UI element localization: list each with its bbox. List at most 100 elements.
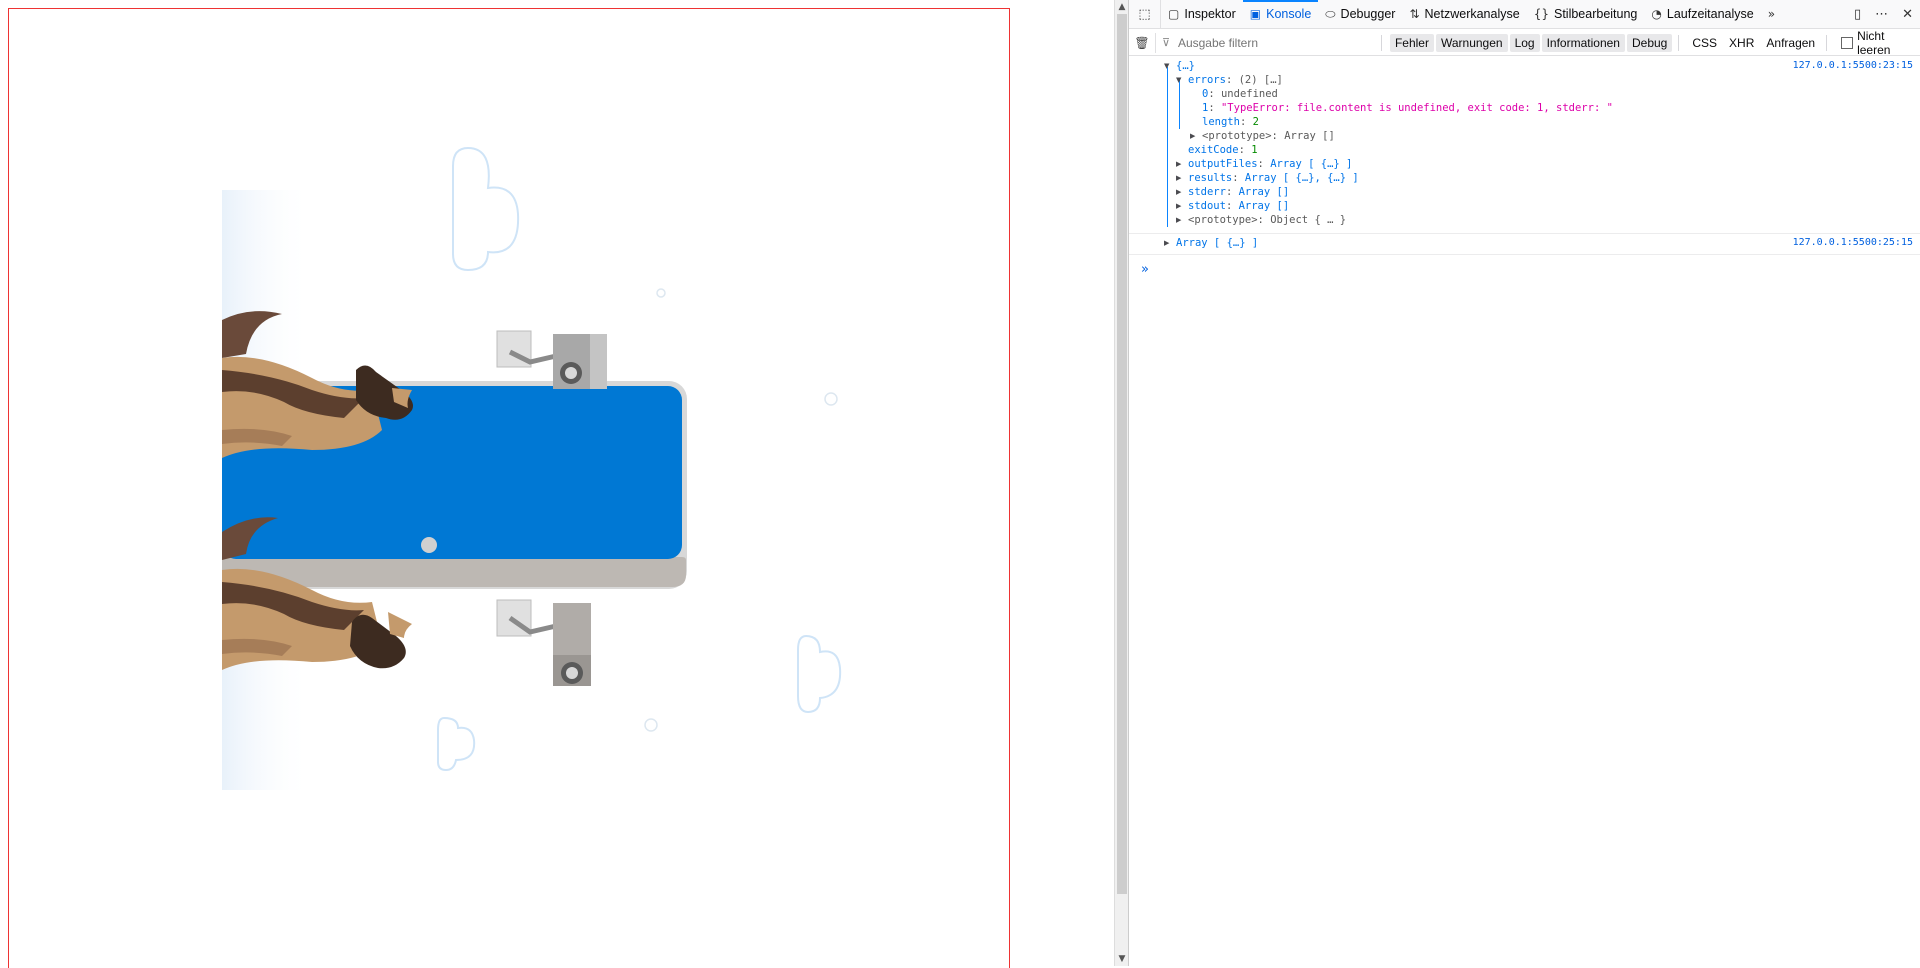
tree-row[interactable]: ▶ results: Array [ {…}, {…} ] xyxy=(1129,171,1920,185)
prop-key: length xyxy=(1202,116,1240,128)
page-viewport xyxy=(0,0,1114,968)
collapsed-triangle-icon: ▶ xyxy=(1176,202,1182,210)
prop-value: Array [ {…}, {…} ] xyxy=(1244,172,1359,184)
devtools-toolbar: ⬚ ▢ Inspektor ▣ Konsole ⬭ Debugger ⇅ Net… xyxy=(1129,0,1920,29)
tree-row[interactable]: ▼ errors: (2) […] xyxy=(1129,73,1920,87)
collapsed-triangle-icon: ▶ xyxy=(1176,188,1182,196)
element-picker-icon[interactable]: ⬚ xyxy=(1129,0,1161,29)
prop-value-number: 1 xyxy=(1251,144,1258,156)
message-summary-row[interactable]: ▶ Array [ {…} ] 127.0.0.1:5500:25:15 xyxy=(1129,236,1920,250)
filter-requests-button[interactable]: Anfragen xyxy=(1761,34,1820,52)
filter-debug-button[interactable]: Debug xyxy=(1626,33,1673,52)
message-location-link[interactable]: 127.0.0.1:5500:25:15 xyxy=(1793,236,1913,250)
message-location-link[interactable]: 127.0.0.1:5500:23:15 xyxy=(1793,59,1913,73)
dot-2 xyxy=(824,392,838,406)
prompt-chevron-icon: » xyxy=(1141,261,1149,277)
console-output: ▼ {…} 127.0.0.1:5500:23:15 ▼ errors: (2)… xyxy=(1129,57,1920,255)
page-scrollbar[interactable]: ▲ ▼ xyxy=(1114,0,1128,966)
tab-label: Inspektor xyxy=(1184,7,1236,21)
tab-inspector[interactable]: ▢ Inspektor xyxy=(1161,0,1243,29)
dock-side-icon[interactable]: ▯ xyxy=(1854,7,1861,22)
console-message: ▶ Array [ {…} ] 127.0.0.1:5500:25:15 xyxy=(1129,234,1920,255)
dot-3 xyxy=(644,718,658,732)
console-message: ▼ {…} 127.0.0.1:5500:23:15 ▼ errors: (2)… xyxy=(1129,57,1920,234)
more-options-icon[interactable]: ⋯ xyxy=(1875,7,1888,22)
filter-log-button[interactable]: Log xyxy=(1509,33,1540,52)
filter-separator xyxy=(1678,34,1680,51)
close-icon[interactable]: ✕ xyxy=(1902,7,1913,22)
tab-label: Konsole xyxy=(1266,7,1312,21)
persist-logs-checkbox[interactable]: Nicht leeren xyxy=(1841,29,1920,57)
prop-key: stderr xyxy=(1188,186,1226,198)
style-editor-icon: {} xyxy=(1533,7,1549,21)
scroll-up-arrow-icon[interactable]: ▲ xyxy=(1115,0,1129,14)
prop-value: (2) […] xyxy=(1238,74,1283,86)
tab-label: Debugger xyxy=(1340,7,1396,21)
tab-performance[interactable]: ◔ Laufzeitanalyse xyxy=(1644,0,1760,29)
console-input-prompt[interactable]: » xyxy=(1129,259,1920,279)
tree-row[interactable]: ▶ stderr: Array [] xyxy=(1129,185,1920,199)
prop-value: Object { … } xyxy=(1270,214,1347,226)
tree-row[interactable]: ▶ stdout: Array [] xyxy=(1129,199,1920,213)
filter-info-button[interactable]: Informationen xyxy=(1541,33,1625,52)
prop-value-string: "TypeError: file.content is undefined, e… xyxy=(1220,102,1613,114)
console-filter-bar: 🗑 ⊽ Fehler Warnungen Log Informationen D… xyxy=(1129,29,1920,57)
prop-value-number: 2 xyxy=(1252,116,1259,128)
cloud-bottom xyxy=(437,716,476,772)
tree-row[interactable]: ▶ outputFiles: Array [ {…} ] xyxy=(1129,157,1920,171)
tab-label: Laufzeitanalyse xyxy=(1666,7,1754,21)
prop-value: Array [] xyxy=(1238,200,1290,212)
filter-separator xyxy=(1380,34,1382,51)
prop-key: <prototype> xyxy=(1188,214,1258,226)
collapsed-triangle-icon: ▶ xyxy=(1176,160,1182,168)
security-camera-bottom xyxy=(496,599,591,686)
filter-xhr-button[interactable]: XHR xyxy=(1724,34,1759,52)
tree-row: exitCode: 1 xyxy=(1188,144,1258,156)
scroll-thumb[interactable] xyxy=(1117,14,1127,894)
checkbox-icon xyxy=(1841,36,1854,49)
debugger-icon: ⬭ xyxy=(1325,6,1336,21)
filter-errors-button[interactable]: Fehler xyxy=(1389,33,1434,52)
filter-separator xyxy=(1826,34,1828,51)
scroll-down-arrow-icon[interactable]: ▼ xyxy=(1115,952,1129,966)
filter-field: ⊽ xyxy=(1154,32,1375,53)
tab-style-editor[interactable]: {} Stilbearbeitung xyxy=(1527,0,1645,29)
tab-console[interactable]: ▣ Konsole xyxy=(1242,0,1319,29)
clear-console-trash-icon[interactable]: 🗑 xyxy=(1129,36,1155,50)
prop-key: <prototype> xyxy=(1202,130,1272,142)
inspector-icon: ▢ xyxy=(1168,7,1180,21)
filter-input[interactable] xyxy=(1154,32,1375,53)
cloud-right xyxy=(797,634,842,714)
security-camera-top xyxy=(496,330,607,389)
performance-icon: ◔ xyxy=(1651,7,1662,21)
dot-1 xyxy=(656,288,666,298)
filter-warnings-button[interactable]: Warnungen xyxy=(1435,33,1508,52)
expanded-triangle-icon: ▼ xyxy=(1164,62,1170,70)
card-dot xyxy=(421,537,437,553)
collapsed-triangle-icon: ▶ xyxy=(1164,239,1170,247)
prop-value: Array [] xyxy=(1238,186,1290,198)
prop-key: errors xyxy=(1188,74,1226,86)
more-tabs-icon[interactable]: » xyxy=(1761,0,1782,29)
prop-value: Array [ {…} ] xyxy=(1270,158,1353,170)
filter-css-button[interactable]: CSS xyxy=(1687,34,1722,52)
tree-row[interactable]: ▶ <prototype>: Array [] xyxy=(1129,129,1920,143)
devtools-panel: ⬚ ▢ Inspektor ▣ Konsole ⬭ Debugger ⇅ Net… xyxy=(1128,0,1920,966)
array-summary: Array [ {…} ] xyxy=(1176,237,1259,249)
tree-row: 0: undefined xyxy=(1202,88,1278,100)
object-summary: {…} xyxy=(1176,60,1195,72)
collapsed-triangle-icon: ▶ xyxy=(1176,174,1182,182)
prop-key: stdout xyxy=(1188,200,1226,212)
tab-network[interactable]: ⇅ Netzwerkanalyse xyxy=(1402,0,1526,29)
tree-row: 1: "TypeError: file.content is undefined… xyxy=(1202,102,1613,114)
tree-row[interactable]: ▶ <prototype>: Object { … } xyxy=(1129,213,1920,227)
network-icon: ⇅ xyxy=(1409,7,1420,21)
prop-value: Array [] xyxy=(1284,130,1335,142)
message-summary-row[interactable]: ▼ {…} 127.0.0.1:5500:23:15 xyxy=(1129,59,1920,73)
tab-debugger[interactable]: ⬭ Debugger xyxy=(1318,0,1402,29)
console-icon: ▣ xyxy=(1249,7,1262,21)
tab-label: Stilbearbeitung xyxy=(1553,7,1638,21)
prop-key: results xyxy=(1188,172,1233,184)
illustration xyxy=(222,146,842,790)
expanded-triangle-icon: ▼ xyxy=(1176,76,1182,84)
